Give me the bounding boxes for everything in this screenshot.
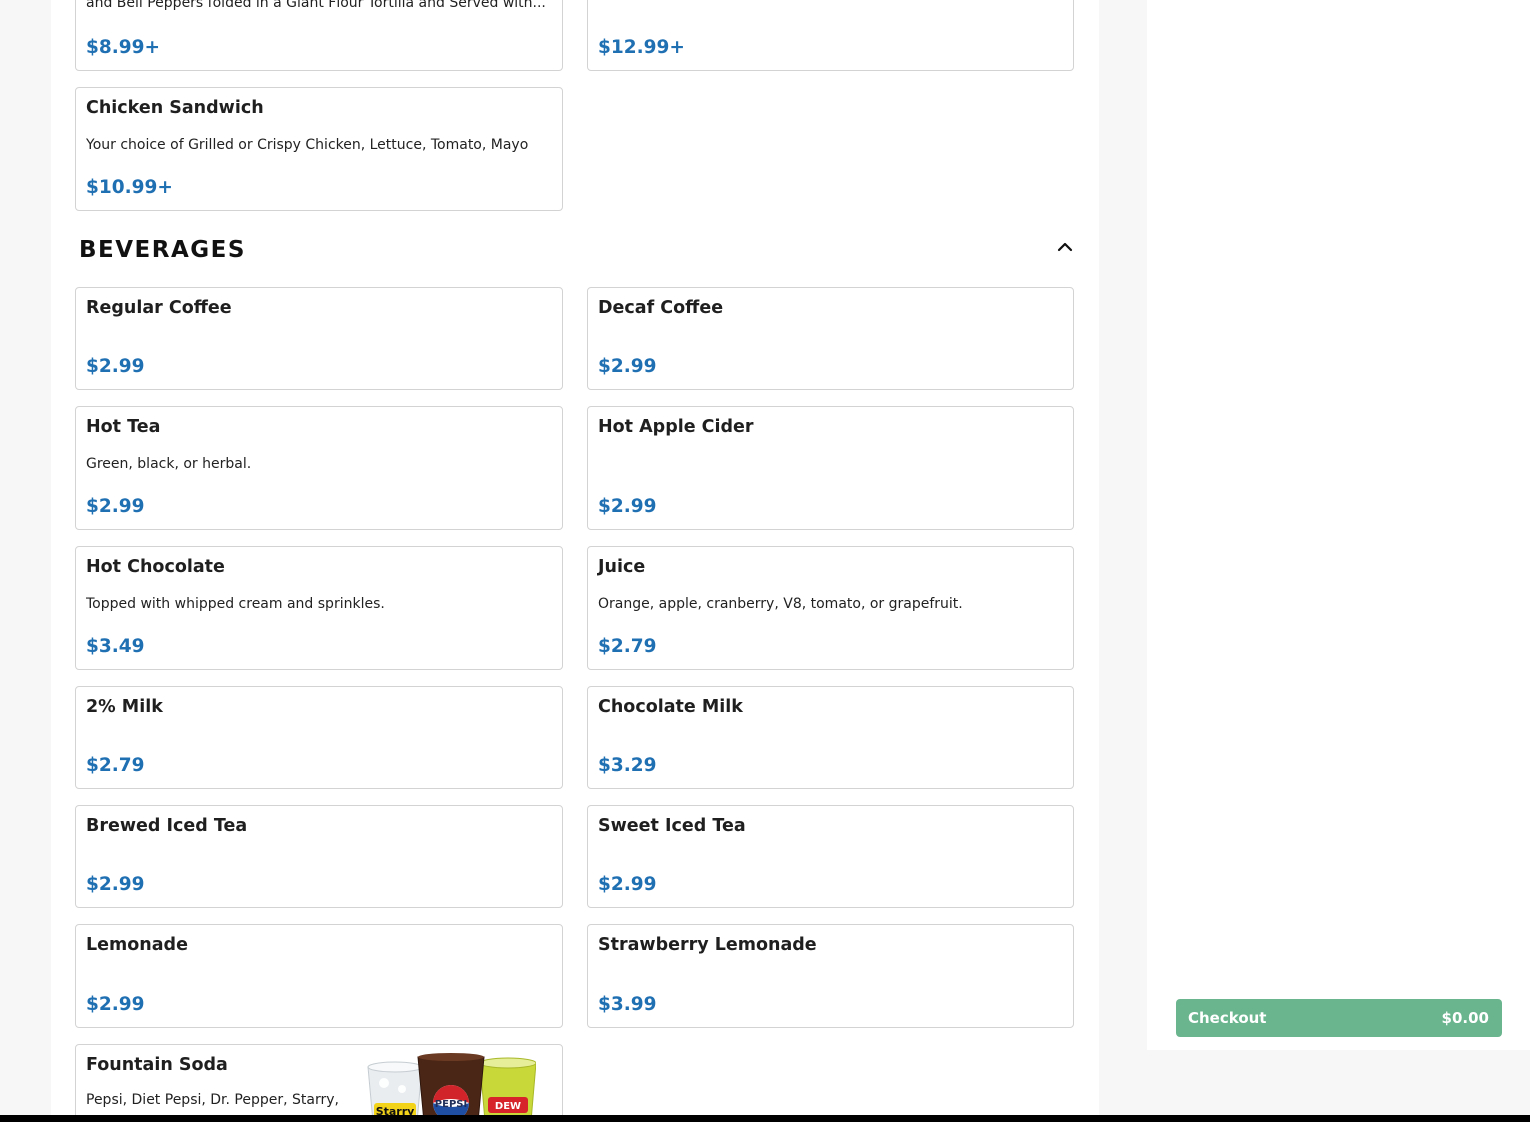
cup-label-dew: DEW [495,1101,521,1112]
item-price: $2.99 [86,356,145,377]
menu-item-card[interactable]: $12.99+ [587,0,1074,71]
item-price: $8.99+ [86,37,161,58]
item-name: Brewed Iced Tea [86,816,248,836]
item-name: Chicken Sandwich [86,98,264,118]
item-price: $3.29 [598,755,657,776]
item-name: 2% Milk [86,697,163,717]
item-price: $2.99 [86,496,145,517]
item-name: Strawberry Lemonade [598,935,817,955]
menu-item-card[interactable]: 2% Milk $2.79 [75,686,563,789]
item-name: Regular Coffee [86,298,232,318]
item-description: and Bell Peppers folded in a Giant Flour… [86,0,546,11]
menu-item-card[interactable]: Juice Orange, apple, cranberry, V8, toma… [587,546,1074,670]
menu-item-card[interactable]: Lemonade $2.99 [75,924,563,1028]
item-description: Orange, apple, cranberry, V8, tomato, or… [598,596,963,612]
item-name: Hot Chocolate [86,557,225,577]
menu-item-card[interactable]: Hot Tea Green, black, or herbal. $2.99 [75,406,563,530]
menu-item-card[interactable]: Decaf Coffee $2.99 [587,287,1074,390]
checkout-label: Checkout [1188,1009,1267,1027]
item-name: Chocolate Milk [598,697,743,717]
menu-item-card[interactable]: Chocolate Milk $3.29 [587,686,1074,789]
item-price: $10.99+ [86,177,173,198]
item-name: Juice [598,557,646,577]
item-price: $2.79 [86,755,145,776]
item-price: $2.99 [86,994,145,1015]
cup-label-pepsi: PEPSI [435,1099,467,1110]
item-name: Sweet Iced Tea [598,816,746,836]
bottom-bar [0,1115,1530,1122]
item-price: $2.99 [598,874,657,895]
menu-item-card[interactable]: Hot Apple Cider $2.99 [587,406,1074,530]
item-price: $3.99 [598,994,657,1015]
item-price: $2.99 [86,874,145,895]
item-name: Hot Apple Cider [598,417,754,437]
menu-item-card[interactable]: Fountain Soda Pepsi, Diet Pepsi, Dr. Pep… [75,1044,563,1122]
item-price: $2.99 [598,496,657,517]
cart-panel [1147,0,1530,1050]
section-title: BEVERAGES [79,237,246,263]
item-price: $3.49 [86,636,145,657]
checkout-total: $0.00 [1441,1009,1489,1027]
item-name: Decaf Coffee [598,298,724,318]
menu-item-card[interactable]: Chicken Sandwich Your choice of Grilled … [75,87,563,211]
menu-item-card[interactable]: Sweet Iced Tea $2.99 [587,805,1074,908]
checkout-button[interactable]: Checkout $0.00 [1176,999,1502,1037]
item-description: Topped with whipped cream and sprinkles. [86,596,385,612]
item-price: $12.99+ [598,37,685,58]
menu-item-card[interactable]: and Bell Peppers folded in a Giant Flour… [75,0,563,71]
item-name: Hot Tea [86,417,161,437]
menu-item-card[interactable]: Regular Coffee $2.99 [75,287,563,390]
menu-item-card[interactable]: Strawberry Lemonade $3.99 [587,924,1074,1028]
item-name: Lemonade [86,935,188,955]
item-description: Green, black, or herbal. [86,456,252,472]
item-name: Fountain Soda [86,1055,228,1075]
fountain-soda-image: Starry DEW PEPSI [367,1053,536,1122]
menu-item-card[interactable]: Brewed Iced Tea $2.99 [75,805,563,908]
section-collapse-button[interactable] [1054,236,1076,256]
item-price: $2.99 [598,356,657,377]
chevron-up-icon [1057,242,1073,252]
item-description: Your choice of Grilled or Crispy Chicken… [86,137,529,153]
menu-item-card[interactable]: Hot Chocolate Topped with whipped cream … [75,546,563,670]
item-price: $2.79 [598,636,657,657]
